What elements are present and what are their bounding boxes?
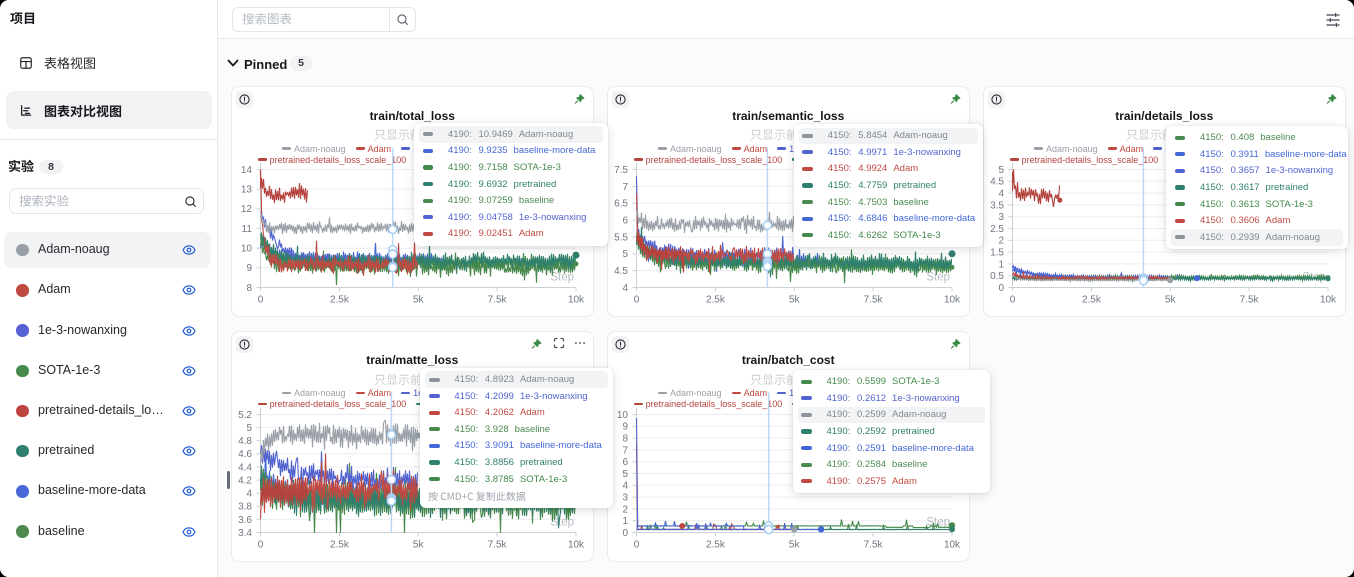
svg-text:10: 10 — [240, 244, 252, 255]
svg-text:0: 0 — [1009, 295, 1015, 306]
svg-text:2.5k: 2.5k — [1081, 295, 1101, 306]
svg-text:7.5k: 7.5k — [863, 539, 883, 550]
svg-text:5.2: 5.2 — [238, 409, 252, 420]
svg-text:2.5k: 2.5k — [705, 539, 725, 550]
svg-text:10k: 10k — [567, 295, 584, 306]
svg-text:3.5: 3.5 — [990, 200, 1004, 211]
svg-text:7: 7 — [622, 445, 628, 456]
svg-text:2.5k: 2.5k — [329, 295, 349, 306]
svg-text:5k: 5k — [412, 539, 424, 550]
svg-text:2.5k: 2.5k — [705, 295, 725, 306]
svg-text:4: 4 — [998, 189, 1004, 200]
svg-text:8: 8 — [622, 433, 628, 444]
svg-text:9: 9 — [246, 263, 252, 274]
svg-text:3: 3 — [622, 492, 628, 503]
svg-text:0: 0 — [257, 539, 263, 550]
svg-text:7.5: 7.5 — [614, 165, 628, 176]
svg-text:14: 14 — [240, 165, 252, 176]
svg-text:5: 5 — [622, 249, 628, 260]
svg-text:3.4: 3.4 — [238, 527, 252, 538]
svg-text:5k: 5k — [1164, 295, 1176, 306]
svg-text:2: 2 — [622, 504, 628, 515]
svg-text:12: 12 — [240, 204, 252, 215]
svg-text:2: 2 — [998, 236, 1004, 247]
svg-text:5k: 5k — [788, 295, 800, 306]
svg-text:4: 4 — [622, 283, 628, 294]
svg-text:Step: Step — [550, 516, 574, 528]
svg-text:2.5k: 2.5k — [329, 539, 349, 550]
svg-text:10k: 10k — [567, 539, 584, 550]
svg-text:4.2: 4.2 — [238, 475, 252, 486]
svg-text:5k: 5k — [412, 295, 424, 306]
svg-text:6.5: 6.5 — [614, 199, 628, 210]
svg-text:4.5: 4.5 — [614, 266, 628, 277]
svg-text:1.5: 1.5 — [990, 248, 1004, 259]
svg-text:1: 1 — [998, 259, 1004, 270]
svg-text:4.8: 4.8 — [238, 436, 252, 447]
svg-text:5.5: 5.5 — [614, 232, 628, 243]
svg-text:11: 11 — [241, 224, 252, 235]
svg-text:3.8: 3.8 — [238, 501, 252, 512]
svg-text:0: 0 — [633, 539, 639, 550]
svg-text:2.5: 2.5 — [990, 224, 1004, 235]
svg-text:10k: 10k — [1319, 295, 1336, 306]
svg-text:0: 0 — [257, 295, 263, 306]
svg-text:5: 5 — [998, 165, 1004, 176]
svg-text:1: 1 — [622, 516, 628, 527]
svg-text:6: 6 — [622, 216, 628, 227]
svg-text:7.5k: 7.5k — [1239, 295, 1259, 306]
svg-text:5: 5 — [246, 423, 252, 434]
svg-text:10k: 10k — [943, 539, 960, 550]
svg-text:0: 0 — [633, 295, 639, 306]
svg-text:0: 0 — [622, 527, 628, 538]
svg-text:3: 3 — [998, 212, 1004, 223]
svg-text:8: 8 — [246, 283, 252, 294]
svg-text:4.6: 4.6 — [238, 449, 252, 460]
svg-text:7: 7 — [622, 182, 628, 193]
svg-text:7.5k: 7.5k — [487, 539, 507, 550]
svg-text:4.5: 4.5 — [990, 177, 1004, 188]
svg-text:4: 4 — [622, 480, 628, 491]
svg-text:10k: 10k — [943, 295, 960, 306]
svg-text:10: 10 — [616, 409, 628, 420]
svg-text:13: 13 — [240, 185, 252, 196]
svg-text:7.5k: 7.5k — [863, 295, 883, 306]
svg-text:5: 5 — [622, 468, 628, 479]
svg-text:4.4: 4.4 — [238, 462, 252, 473]
svg-text:Step: Step — [926, 272, 950, 284]
svg-text:Step: Step — [550, 272, 574, 284]
svg-text:5k: 5k — [788, 539, 800, 550]
svg-text:7.5k: 7.5k — [487, 295, 507, 306]
svg-text:6: 6 — [622, 457, 628, 468]
svg-text:0: 0 — [998, 283, 1004, 294]
svg-text:4: 4 — [246, 488, 252, 499]
svg-text:0.5: 0.5 — [990, 271, 1004, 282]
svg-text:3.6: 3.6 — [238, 514, 252, 525]
svg-text:9: 9 — [622, 421, 628, 432]
